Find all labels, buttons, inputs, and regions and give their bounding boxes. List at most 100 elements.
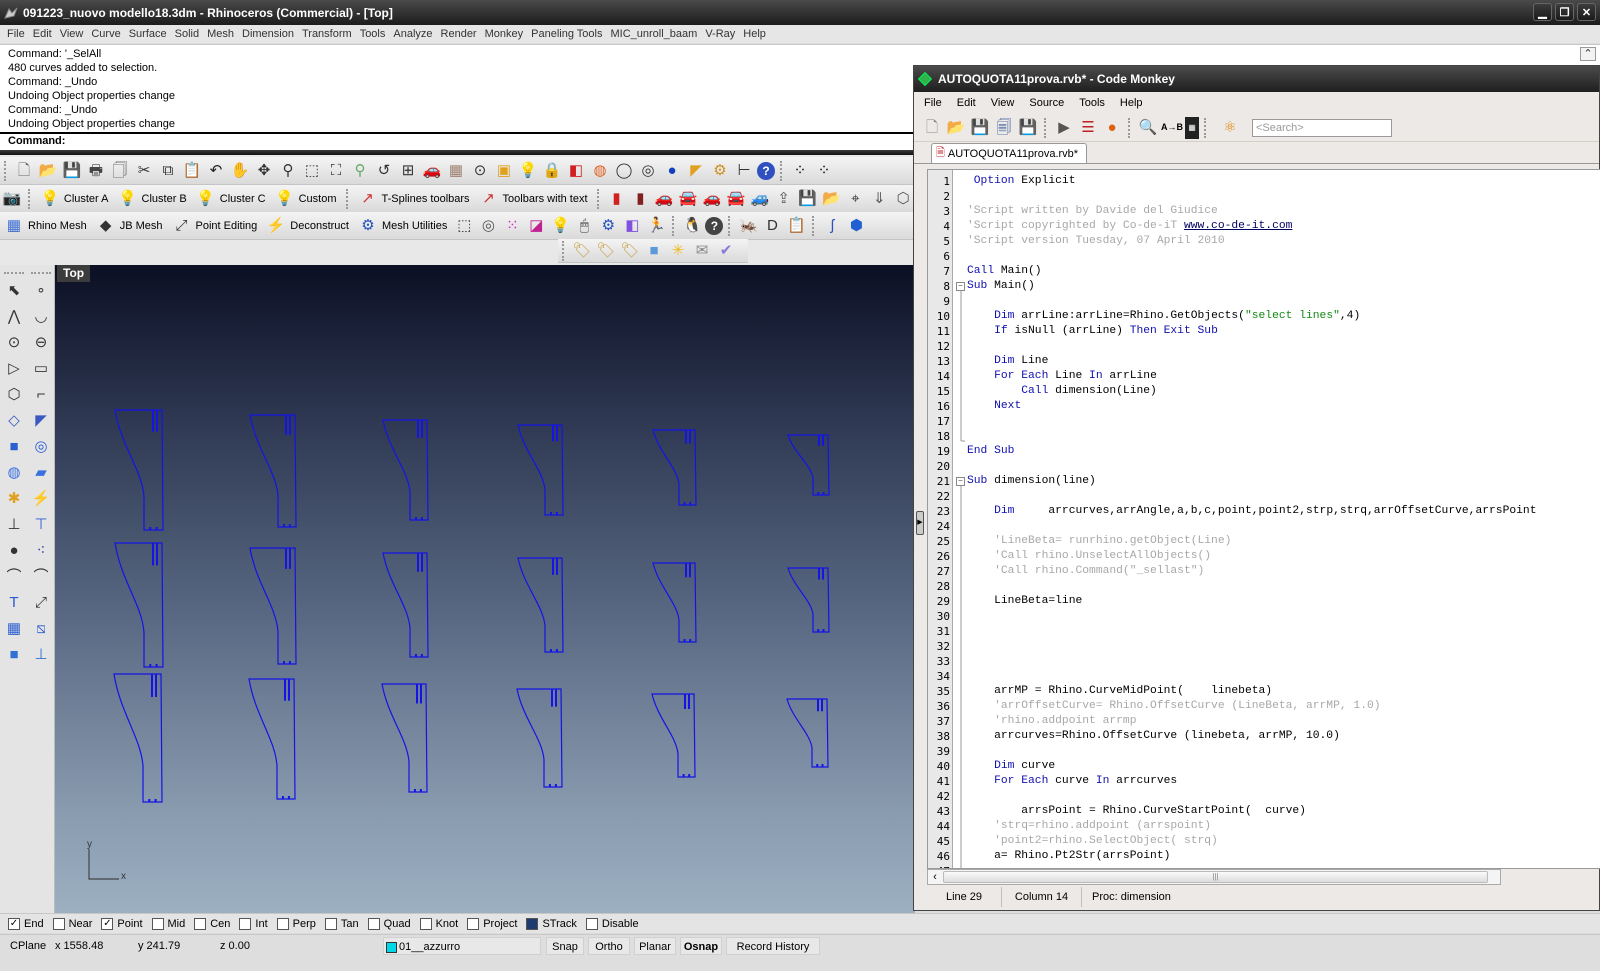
sphere-wire-icon[interactable]: ◯ (613, 160, 635, 182)
osnap-checkbox[interactable] (52, 917, 65, 930)
definition-icon[interactable]: D (761, 215, 783, 237)
toolbar-grip[interactable] (812, 215, 816, 236)
side-panel-toggle[interactable]: ▶ (916, 511, 924, 535)
menu-file[interactable]: File (4, 28, 30, 40)
osnap-icon[interactable]: ⊙ (469, 160, 491, 182)
osnap-checkbox[interactable] (467, 917, 480, 930)
encode-icon[interactable]: ▦ (1185, 116, 1199, 139)
polygon-tri-icon[interactable]: ▷ (3, 355, 25, 381)
osnap-checkbox[interactable] (324, 917, 337, 930)
asterisk-icon[interactable]: ✳ (667, 240, 689, 262)
offset-curve-icon[interactable]: ⌒ (30, 563, 52, 589)
minimize-button[interactable]: ▁ (1533, 3, 1552, 21)
flag-icon[interactable]: ◤ (685, 160, 707, 182)
menu-monkey[interactable]: Monkey (482, 28, 529, 40)
code-editor[interactable]: 1 Option Explicit 2 3 'Script written by Da… (927, 169, 1600, 869)
profile-curve[interactable] (787, 567, 830, 633)
block-grid-icon[interactable]: ▦ (3, 615, 25, 641)
shade-icon[interactable]: ◧ (565, 160, 587, 182)
circle-icon[interactable]: ⊙ (3, 329, 25, 355)
mouse-icon[interactable]: 🖱 (573, 215, 595, 237)
osnap-end[interactable]: ✓ End (8, 917, 44, 930)
car-arrow-icon[interactable]: ⇓ (868, 188, 890, 210)
toolbar-grip[interactable] (596, 188, 601, 209)
profile-curve[interactable] (114, 409, 164, 531)
toolbar-button-custom[interactable]: 💡 Custom (271, 187, 342, 211)
zoom-window-icon[interactable]: ⬚ (301, 160, 323, 182)
scale-arrow-icon[interactable]: ⤢ (30, 589, 52, 615)
profile-curve[interactable] (382, 552, 429, 658)
profile-curve[interactable] (114, 542, 164, 668)
osnap-checkbox[interactable] (276, 917, 289, 930)
new-file-icon[interactable]: 🗋 (921, 117, 943, 139)
sr-curve-icon[interactable]: ʃ (821, 215, 843, 237)
cplane-label[interactable]: CPlane (10, 937, 46, 955)
box-solid-icon[interactable]: ■ (3, 433, 25, 459)
trim-icon[interactable]: ⊤ (30, 511, 52, 537)
tag-o-icon[interactable]: 🏷 (595, 240, 617, 262)
help-icon[interactable]: ? (757, 161, 775, 180)
menu-render[interactable]: Render (438, 28, 482, 40)
toolbar-button-jb-mesh[interactable]: ◆ JB Mesh (92, 214, 168, 238)
point-dot-icon[interactable]: ∘ (30, 277, 52, 303)
car-side-2-icon[interactable]: 🚗 (701, 188, 723, 210)
command-history-expand-button[interactable]: ⌃ (1580, 47, 1596, 61)
cm-menu-edit[interactable]: Edit (957, 97, 976, 109)
phone-icon[interactable]: ▮ (606, 188, 628, 210)
toolbar-grip[interactable] (27, 188, 32, 209)
render-sphere-icon[interactable]: ● (661, 160, 683, 182)
scroll-left-icon[interactable]: ‹ (928, 870, 942, 884)
curve-arc-icon[interactable]: ⌒ (3, 563, 25, 589)
car-icon[interactable]: 🚗 (421, 160, 443, 182)
osnap-toggle[interactable]: Osnap (680, 937, 722, 955)
debug-icon[interactable]: ● (1101, 117, 1123, 139)
script-list-icon[interactable]: ☰ (1077, 117, 1099, 139)
spheres-icon[interactable]: ◎ (30, 433, 52, 459)
grasshopper-icon[interactable]: 🦗 (737, 215, 759, 237)
osnap-checkbox[interactable] (239, 917, 252, 930)
grid-icon[interactable]: ▦ (445, 160, 467, 182)
lock-icon[interactable]: 🔒 (541, 160, 563, 182)
fold-toggle[interactable]: − (956, 282, 965, 291)
toolbar-grip[interactable] (562, 240, 566, 261)
planar-toggle[interactable]: Planar (634, 937, 676, 955)
drafting-icon[interactable]: ⁘ (813, 160, 835, 182)
paste-icon[interactable]: 📋 (181, 160, 203, 182)
polyline-icon[interactable]: ⋀ (3, 303, 25, 329)
osnap-project[interactable]: Project (467, 917, 517, 930)
gear-icon[interactable]: ⚙ (709, 160, 731, 182)
osnap-checkbox[interactable] (367, 917, 380, 930)
profile-curve[interactable] (786, 698, 829, 768)
car-open-icon[interactable]: 📂 (821, 188, 843, 210)
car-side-icon[interactable]: 🚗 (653, 188, 675, 210)
cm-menu-tools[interactable]: Tools (1079, 97, 1105, 109)
osnap-knot[interactable]: Knot (419, 917, 458, 930)
car-3d-icon[interactable]: 🚙 (749, 188, 771, 210)
osnap-tan[interactable]: Tan (324, 917, 359, 930)
menu-surface[interactable]: Surface (126, 28, 172, 40)
osnap-quad[interactable]: Quad (367, 917, 411, 930)
open-icon[interactable]: 📂 (37, 160, 59, 182)
menu-mesh[interactable]: Mesh (204, 28, 239, 40)
osnap-cen[interactable]: Cen (194, 917, 230, 930)
tag-f-icon[interactable]: 🏷 (619, 240, 641, 262)
phone-dark-icon[interactable]: ▮ (629, 188, 651, 210)
open-folder-icon[interactable]: 📂 (945, 117, 967, 139)
viewport-canvas[interactable] (55, 265, 915, 913)
split-tool-icon[interactable]: ⊥ (3, 511, 25, 537)
toolbar-grip[interactable] (345, 188, 350, 209)
copy-icon[interactable]: ⧉ (157, 160, 179, 182)
menu-dimension[interactable]: Dimension (239, 28, 299, 40)
gradient-square-icon[interactable]: ◪ (525, 215, 547, 237)
menu-transform[interactable]: Transform (299, 28, 357, 40)
grid-dots-icon[interactable]: ⁙ (501, 215, 523, 237)
car-save-icon[interactable]: 💾 (797, 188, 819, 210)
toolbar-button-deconstruct[interactable]: ⚡ Deconstruct (262, 214, 354, 238)
run-script-icon[interactable]: ▶ (1053, 117, 1075, 139)
dimension-tool-icon[interactable]: ⊥ (30, 641, 52, 667)
sphere-grid-icon[interactable]: ◎ (637, 160, 659, 182)
four-viewports-icon[interactable]: ⊞ (397, 160, 419, 182)
rectangle-icon[interactable]: ▭ (30, 355, 52, 381)
osnap-checkbox[interactable]: ✓ (101, 917, 114, 930)
toolbar-grip[interactable] (672, 215, 676, 236)
